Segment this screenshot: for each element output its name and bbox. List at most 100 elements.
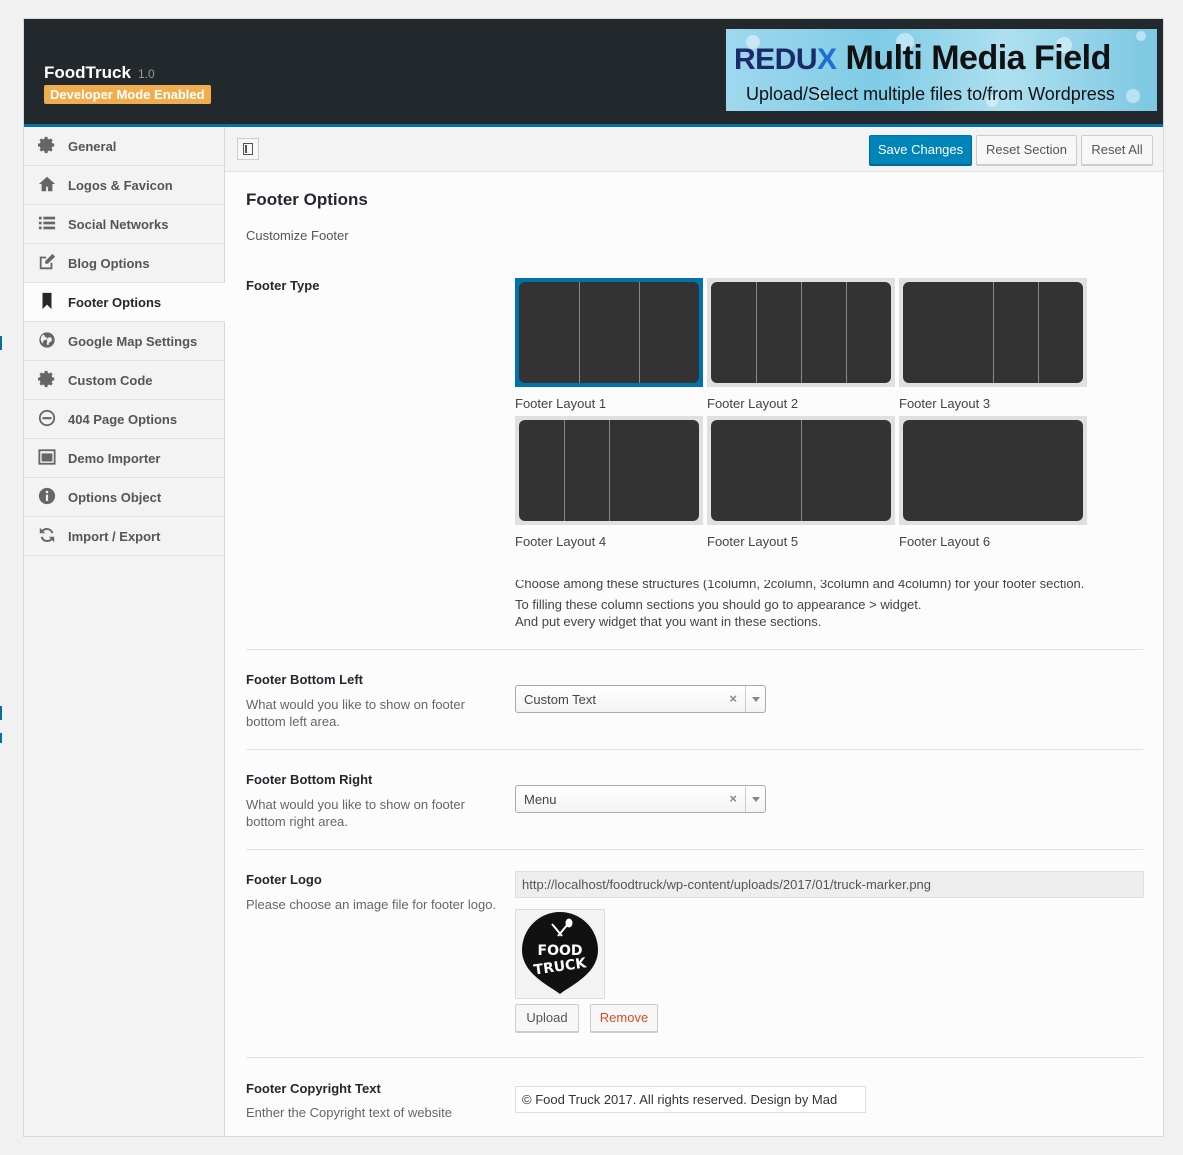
main-content: Footer Options Customize Footer Footer T… xyxy=(225,172,1163,1136)
sidebar-item-import-export[interactable]: Import / Export xyxy=(24,517,224,556)
help-line-text: Choose among these structures (1column, … xyxy=(515,580,1085,591)
select-value: Custom Text xyxy=(524,692,597,707)
sidebar-item-options-object[interactable]: Options Object xyxy=(24,478,224,517)
clear-icon[interactable]: × xyxy=(729,791,737,806)
redux-banner[interactable]: REDUX Multi Media Field Upload/Select mu… xyxy=(726,29,1157,111)
bottom-right-title: Footer Bottom Right xyxy=(246,772,373,787)
home-icon xyxy=(38,176,56,192)
refresh-icon xyxy=(39,527,55,543)
layout-label: Footer Layout 6 xyxy=(899,534,991,549)
sidebar-item-custom-code[interactable]: Custom Code xyxy=(24,361,224,400)
save-changes-button[interactable]: Save Changes xyxy=(869,135,972,165)
expand-icon xyxy=(243,143,253,155)
list-icon xyxy=(38,216,56,230)
copyright-description: Enther the Copyright text of website xyxy=(246,1105,452,1120)
panel-header: FoodTruck 1.0 Developer Mode Enabled RED… xyxy=(24,19,1163,127)
bottom-left-select[interactable]: Custom Text × xyxy=(515,685,766,713)
logo-preview: FOOD TRUCK xyxy=(515,909,605,999)
sidebar-item-label: Options Object xyxy=(68,490,162,505)
sidebar-item-label: General xyxy=(68,139,117,154)
upload-button[interactable]: Upload xyxy=(515,1004,579,1032)
footer-layout-option[interactable]: Footer Layout 3 xyxy=(899,278,1087,411)
copyright-text-field[interactable]: © Food Truck 2017. All rights reserved. … xyxy=(515,1086,866,1113)
sidebar-item-label: Google Map Settings xyxy=(68,334,198,349)
layout-thumbnail xyxy=(707,278,895,387)
edge-indicator xyxy=(0,706,2,720)
section-title: Footer Options xyxy=(246,190,368,209)
chevron-down-icon[interactable] xyxy=(745,686,765,712)
sidebar-item-logos-favicon[interactable]: Logos & Favicon xyxy=(24,166,224,205)
gear-icon xyxy=(38,370,55,388)
app-version: 1.0 xyxy=(138,67,155,81)
bookmark-icon xyxy=(42,292,52,310)
sidebar-item-label: Blog Options xyxy=(68,256,150,271)
footer-layout-option[interactable]: Footer Layout 5 xyxy=(707,416,895,549)
bottom-left-description: What would you like to show on footer bo… xyxy=(246,697,465,729)
footer-layout-option[interactable]: Footer Layout 6 xyxy=(899,416,1087,549)
gear-icon xyxy=(38,136,55,154)
layout-preview xyxy=(519,282,699,383)
edge-indicator xyxy=(0,733,2,743)
select-value: Menu xyxy=(524,792,557,807)
layout-preview xyxy=(903,420,1083,521)
layout-preview xyxy=(711,282,891,383)
layout-preview xyxy=(903,282,1083,383)
dev-mode-badge: Developer Mode Enabled xyxy=(44,85,211,104)
toolbar: Save Changes Reset Section Reset All xyxy=(225,127,1163,172)
footer-layout-option[interactable]: Footer Layout 2 xyxy=(707,278,895,411)
section-description: Customize Footer xyxy=(246,228,349,243)
footer-type-title: Footer Type xyxy=(246,278,320,293)
edit-icon xyxy=(39,253,56,270)
sidebar-item-blog-options[interactable]: Blog Options xyxy=(24,244,224,283)
footer-layout-option[interactable]: Footer Layout 4 xyxy=(515,416,703,549)
edge-indicator xyxy=(0,336,2,350)
footer-type-help-line-2: To filling these column sections you sho… xyxy=(515,597,922,612)
app-name: FoodTruck xyxy=(44,63,131,82)
sidebar-item-label: Social Networks xyxy=(68,217,169,232)
layout-thumbnail xyxy=(515,416,703,525)
footer-type-help-line-3: And put every widget that you want in th… xyxy=(515,614,822,629)
bottom-right-description: What would you like to show on footer bo… xyxy=(246,797,465,829)
layout-thumbnail xyxy=(707,416,895,525)
sidebar-item-label: Import / Export xyxy=(68,529,161,544)
remove-button[interactable]: Remove xyxy=(590,1004,658,1032)
sidebar-item-social-networks[interactable]: Social Networks xyxy=(24,205,224,244)
sidebar-item-footer-options[interactable]: Footer Options xyxy=(24,283,226,322)
layout-preview xyxy=(711,420,891,521)
minus-circle-icon xyxy=(38,409,56,427)
layout-label: Footer Layout 1 xyxy=(515,396,607,411)
sidebar-item-demo-importer[interactable]: Demo Importer xyxy=(24,439,224,478)
reset-section-button[interactable]: Reset Section xyxy=(976,135,1077,165)
footer-logo-description: Please choose an image file for footer l… xyxy=(246,897,497,912)
layout-label: Footer Layout 5 xyxy=(707,534,799,549)
window-icon xyxy=(38,449,56,465)
footer-type-help-line-1: Choose among these structures (1column, … xyxy=(515,580,1115,592)
reset-all-button[interactable]: Reset All xyxy=(1081,135,1153,165)
clear-icon[interactable]: × xyxy=(729,691,737,706)
expand-options-button[interactable] xyxy=(237,138,259,160)
field-divider xyxy=(246,849,1143,850)
layout-label: Footer Layout 2 xyxy=(707,396,799,411)
bottom-right-select[interactable]: Menu × xyxy=(515,785,766,813)
sidebar-item-404-page-options[interactable]: 404 Page Options xyxy=(24,400,224,439)
sidebar-item-label: Footer Options xyxy=(68,295,162,310)
footer-layout-option[interactable]: Footer Layout 1 xyxy=(515,278,703,411)
chevron-down-icon[interactable] xyxy=(745,786,765,812)
field-divider xyxy=(246,1057,1143,1058)
sidebar-item-google-map-settings[interactable]: Google Map Settings xyxy=(24,322,224,361)
food-truck-logo: FOOD TRUCK xyxy=(522,912,598,994)
banner-title: REDUX Multi Media Field xyxy=(734,39,1111,78)
footer-logo-title: Footer Logo xyxy=(246,872,322,887)
field-divider xyxy=(246,649,1143,650)
sidebar-item-general[interactable]: General xyxy=(24,127,224,166)
banner-brand: REDU xyxy=(734,43,818,76)
logo-url-field[interactable]: http://localhost/foodtruck/wp-content/up… xyxy=(515,871,1144,898)
sidebar-item-label: Custom Code xyxy=(68,373,153,388)
layout-label: Footer Layout 4 xyxy=(515,534,607,549)
info-icon xyxy=(38,487,56,505)
globe-icon xyxy=(39,332,55,348)
sidebar-item-label: 404 Page Options xyxy=(68,412,178,427)
banner-subtitle: Upload/Select multiple files to/from Wor… xyxy=(746,84,1115,104)
options-panel: FoodTruck 1.0 Developer Mode Enabled RED… xyxy=(23,18,1164,1137)
sidebar: General Logos & Favicon Social Networks … xyxy=(24,127,226,1136)
